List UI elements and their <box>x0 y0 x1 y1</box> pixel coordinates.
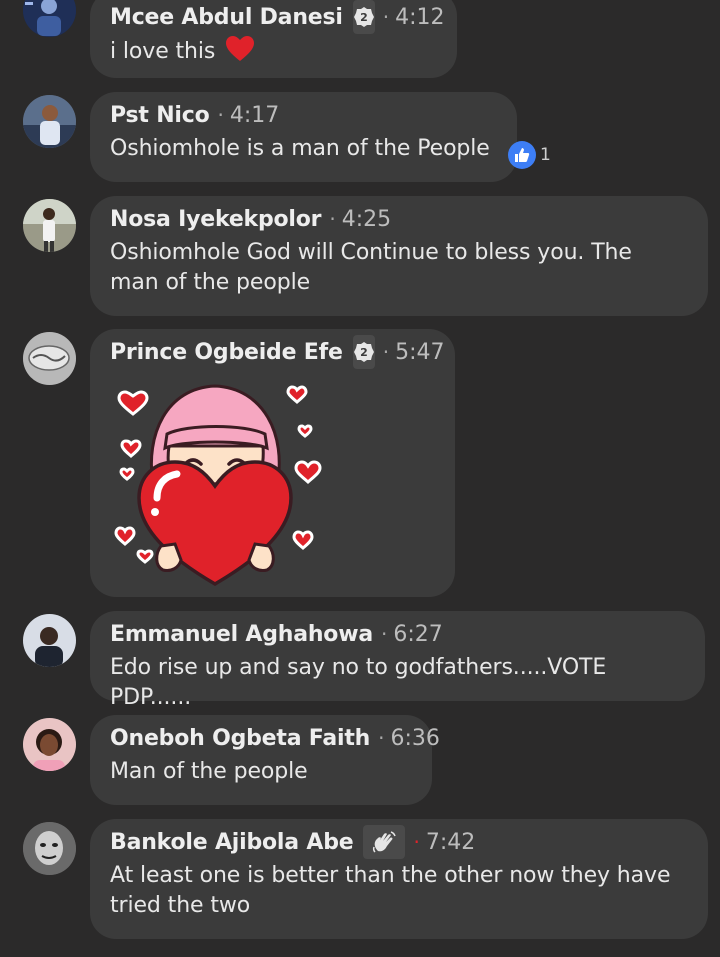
avatar[interactable] <box>23 822 76 875</box>
comment-time[interactable]: 6:36 <box>390 726 439 751</box>
commenter-name[interactable]: Nosa Iyekekpolor <box>110 207 322 232</box>
avatar[interactable] <box>23 199 76 252</box>
like-reaction-icon <box>508 141 536 169</box>
girl-hugging-heart-sticker[interactable] <box>105 374 325 589</box>
commenter-name[interactable]: Emmanuel Aghahowa <box>110 622 373 647</box>
comment-text-line: man of the people <box>110 270 311 295</box>
comment-bubble[interactable]: Bankole Ajibola Abe · 7:42 At least one … <box>90 819 708 939</box>
comment-text: Man of the people <box>110 759 308 784</box>
avatar[interactable] <box>23 614 76 667</box>
commenter-name[interactable]: Bankole Ajibola Abe <box>110 830 354 855</box>
commenter-name[interactable]: Mcee Abdul Danesi <box>110 5 343 30</box>
heart-emoji-icon <box>226 36 255 61</box>
separator-dot: · <box>381 622 388 646</box>
comment-bubble[interactable]: Nosa Iyekekpolor · 4:25 Oshiomhole God w… <box>90 196 708 316</box>
separator-dot: · <box>382 5 390 29</box>
separator-dot: · <box>378 726 385 750</box>
reaction-summary[interactable]: 1 <box>508 141 551 169</box>
comment-time[interactable]: 5:47 <box>395 340 444 365</box>
badge-number-icon: 2 <box>353 342 374 362</box>
svg-text:2: 2 <box>360 346 368 359</box>
badge-number-icon: 2 <box>353 7 374 27</box>
comment-text: Edo rise up and say no to godfathers....… <box>110 655 607 710</box>
comment-time[interactable]: 4:25 <box>342 207 391 232</box>
comment-time[interactable]: 4:12 <box>395 5 444 30</box>
separator-dot: · <box>413 830 420 854</box>
avatar[interactable] <box>23 0 76 37</box>
comment-bubble[interactable]: Emmanuel Aghahowa · 6:27 Edo rise up and… <box>90 611 705 710</box>
top-fan-badge: 2 <box>352 0 375 34</box>
comment-text-line: tried the two <box>110 893 251 918</box>
waving-hand-icon <box>373 831 397 853</box>
avatar[interactable] <box>23 332 76 385</box>
comment-bubble[interactable]: Pst Nico · 4:17 Oshiomhole is a man of t… <box>90 92 517 182</box>
commenter-name[interactable]: Pst Nico <box>110 103 210 128</box>
commenter-name[interactable]: Prince Ogbeide Efe <box>110 340 343 365</box>
comment-time[interactable]: 4:17 <box>230 103 279 128</box>
comment-text: i love this <box>110 39 216 64</box>
reaction-count: 1 <box>540 145 551 165</box>
comment-text: Oshiomhole is a man of the People <box>110 136 490 161</box>
separator-dot: · <box>329 207 336 231</box>
separator-dot: · <box>382 340 390 364</box>
comment-text-line: Oshiomhole God will Continue to bless yo… <box>110 240 632 265</box>
top-fan-badge: 2 <box>352 335 375 369</box>
comment-time[interactable]: 6:27 <box>393 622 442 647</box>
comment-text-line: At least one is better than the other no… <box>110 863 671 888</box>
commenter-name[interactable]: Oneboh Ogbeta Faith <box>110 726 370 751</box>
new-member-badge <box>363 825 406 859</box>
comment-bubble[interactable]: Oneboh Ogbeta Faith · 6:36 Man of the pe… <box>90 715 440 805</box>
comment-bubble[interactable]: Mcee Abdul Danesi 2 · 4:12 i love this <box>90 0 457 78</box>
svg-text:2: 2 <box>360 11 368 24</box>
comment-time[interactable]: 7:42 <box>426 830 475 855</box>
avatar[interactable] <box>23 95 76 148</box>
avatar[interactable] <box>23 718 76 771</box>
separator-dot: · <box>217 103 224 127</box>
